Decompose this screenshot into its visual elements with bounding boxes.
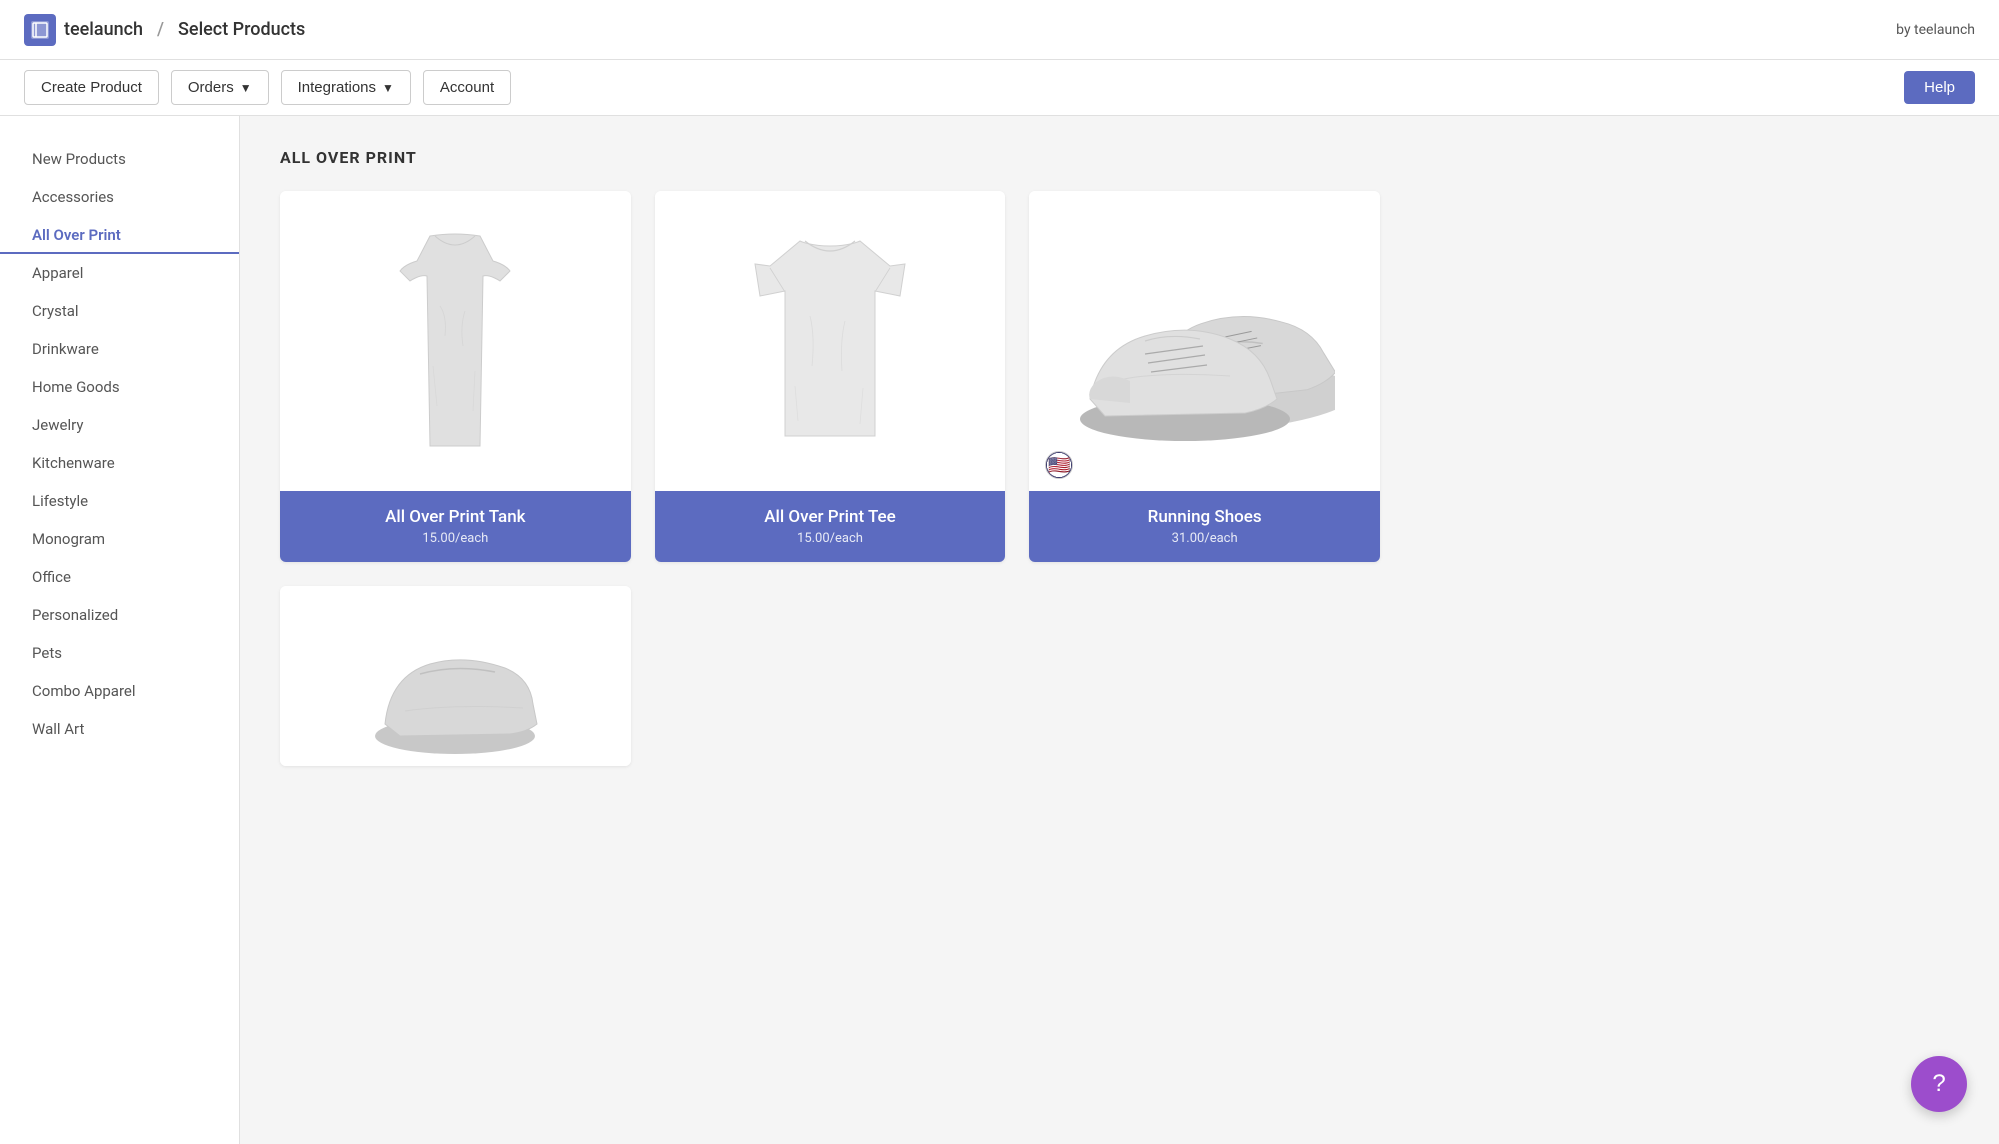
sidebar-item-all-over-print[interactable]: All Over Print <box>0 216 239 254</box>
product-image-tank <box>280 191 631 491</box>
sidebar-item-monogram[interactable]: Monogram <box>0 520 239 558</box>
usa-flag-badge: 🇺🇸 <box>1045 451 1073 479</box>
sidebar-item-accessories[interactable]: Accessories <box>0 178 239 216</box>
product-name-tee: All Over Print Tee <box>671 507 990 527</box>
product-info-shoes: Running Shoes 31.00/each <box>1029 491 1380 562</box>
product-card-shoes[interactable]: 🇺🇸 Running Shoes 31.00/each <box>1029 191 1380 562</box>
by-label: by teelaunch <box>1896 22 1975 38</box>
integrations-button[interactable]: Integrations ▼ <box>281 70 411 105</box>
sidebar-item-new-products[interactable]: New Products <box>0 140 239 178</box>
running-shoes-image <box>1075 241 1335 441</box>
sidebar-item-apparel[interactable]: Apparel <box>0 254 239 292</box>
sidebar-item-drinkware[interactable]: Drinkware <box>0 330 239 368</box>
sidebar-item-home-goods[interactable]: Home Goods <box>0 368 239 406</box>
sidebar-item-combo-apparel[interactable]: Combo Apparel <box>0 672 239 710</box>
product-image-partial <box>280 586 631 766</box>
sidebar: New Products Accessories All Over Print … <box>0 116 240 1144</box>
help-fab-icon: ? <box>1932 1070 1945 1098</box>
nav-bar: Create Product Orders ▼ Integrations ▼ A… <box>0 60 1999 116</box>
product-card-tee[interactable]: All Over Print Tee 15.00/each <box>655 191 1006 562</box>
tank-top-image <box>375 226 535 456</box>
sidebar-item-lifestyle[interactable]: Lifestyle <box>0 482 239 520</box>
brand-name: teelaunch <box>64 19 143 40</box>
orders-chevron-icon: ▼ <box>240 81 252 95</box>
tee-shirt-image <box>730 226 930 456</box>
sidebar-item-jewelry[interactable]: Jewelry <box>0 406 239 444</box>
product-info-tee: All Over Print Tee 15.00/each <box>655 491 1006 562</box>
sidebar-item-kitchenware[interactable]: Kitchenware <box>0 444 239 482</box>
help-fab-button[interactable]: ? <box>1911 1056 1967 1112</box>
product-name-shoes: Running Shoes <box>1045 507 1364 527</box>
account-button[interactable]: Account <box>423 70 511 105</box>
product-grid: All Over Print Tank 15.00/each <box>280 191 1380 766</box>
logo-icon <box>24 14 56 46</box>
top-header: teelaunch / Select Products by teelaunch <box>0 0 1999 60</box>
orders-button[interactable]: Orders ▼ <box>171 70 269 105</box>
page-title: Select Products <box>178 19 305 40</box>
product-price-tank: 15.00/each <box>296 531 615 546</box>
content-area: ALL OVER PRINT <box>240 116 1999 1144</box>
product-card-partial[interactable] <box>280 586 631 766</box>
sidebar-item-office[interactable]: Office <box>0 558 239 596</box>
section-title: ALL OVER PRINT <box>280 148 1959 167</box>
create-product-button[interactable]: Create Product <box>24 70 159 105</box>
product-image-shoes: 🇺🇸 <box>1029 191 1380 491</box>
product-image-tee <box>655 191 1006 491</box>
main-layout: New Products Accessories All Over Print … <box>0 116 1999 1144</box>
product-info-tank: All Over Print Tank 15.00/each <box>280 491 631 562</box>
header-left: teelaunch / Select Products <box>24 14 305 46</box>
orders-label: Orders <box>188 79 234 96</box>
product-price-tee: 15.00/each <box>671 531 990 546</box>
integrations-label: Integrations <box>298 79 376 96</box>
partial-shoe-image <box>365 596 545 756</box>
breadcrumb-separator: / <box>157 19 164 40</box>
sidebar-item-personalized[interactable]: Personalized <box>0 596 239 634</box>
sidebar-item-crystal[interactable]: Crystal <box>0 292 239 330</box>
help-nav-button[interactable]: Help <box>1904 71 1975 104</box>
product-card-tank[interactable]: All Over Print Tank 15.00/each <box>280 191 631 562</box>
product-price-shoes: 31.00/each <box>1045 531 1364 546</box>
sidebar-item-wall-art[interactable]: Wall Art <box>0 710 239 748</box>
sidebar-item-pets[interactable]: Pets <box>0 634 239 672</box>
integrations-chevron-icon: ▼ <box>382 81 394 95</box>
product-name-tank: All Over Print Tank <box>296 507 615 527</box>
